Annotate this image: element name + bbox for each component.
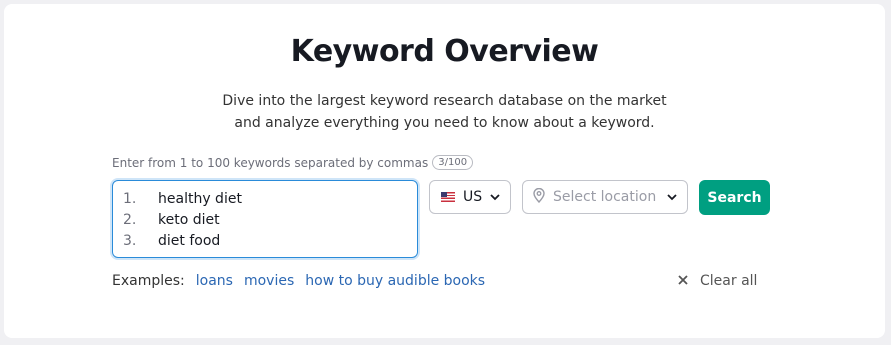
keyword-line: 3. diet food — [123, 233, 220, 249]
us-flag-icon — [441, 192, 455, 202]
keyword-line-text: keto diet — [158, 212, 220, 228]
keyword-line-number: 3. — [123, 233, 137, 249]
page-subtitle: Dive into the largest keyword research d… — [4, 90, 885, 134]
location-select[interactable]: Select location — [522, 180, 688, 214]
examples-label: Examples: — [112, 273, 185, 289]
keywords-hint: Enter from 1 to 100 keywords separated b… — [112, 155, 474, 170]
chevron-down-icon — [667, 191, 677, 204]
clear-all-label: Clear all — [700, 273, 758, 289]
example-link-movies[interactable]: movies — [244, 273, 294, 289]
keyword-counter-badge: 3/100 — [432, 155, 474, 170]
subtitle-line-2: and analyze everything you need to know … — [234, 115, 655, 131]
page-title: Keyword Overview — [290, 34, 599, 69]
examples-row: Examples: loans movies how to buy audibl… — [112, 273, 485, 289]
location-pin-icon — [533, 187, 545, 207]
example-link-loans[interactable]: loans — [196, 273, 233, 289]
database-select[interactable]: US — [429, 180, 511, 214]
keyword-line: 2. keto diet — [123, 212, 220, 228]
keywords-textarea[interactable]: 1. healthy diet 2. keto diet 3. diet foo… — [112, 180, 418, 258]
database-select-value: US — [463, 189, 483, 205]
subtitle-line-1: Dive into the largest keyword research d… — [222, 93, 667, 109]
keyword-line: 1. healthy diet — [123, 191, 242, 207]
keyword-line-number: 1. — [123, 191, 137, 207]
keyword-line-number: 2. — [123, 212, 137, 228]
location-select-placeholder: Select location — [553, 189, 657, 205]
keywords-hint-text: Enter from 1 to 100 keywords separated b… — [112, 155, 429, 170]
example-link-audible-books[interactable]: how to buy audible books — [305, 273, 485, 289]
keyword-line-text: healthy diet — [158, 191, 242, 207]
search-button[interactable]: Search — [699, 180, 770, 215]
close-icon — [678, 273, 688, 289]
chevron-down-icon — [490, 191, 500, 204]
keyword-line-text: diet food — [158, 233, 221, 249]
clear-all-button[interactable]: Clear all — [678, 273, 757, 289]
